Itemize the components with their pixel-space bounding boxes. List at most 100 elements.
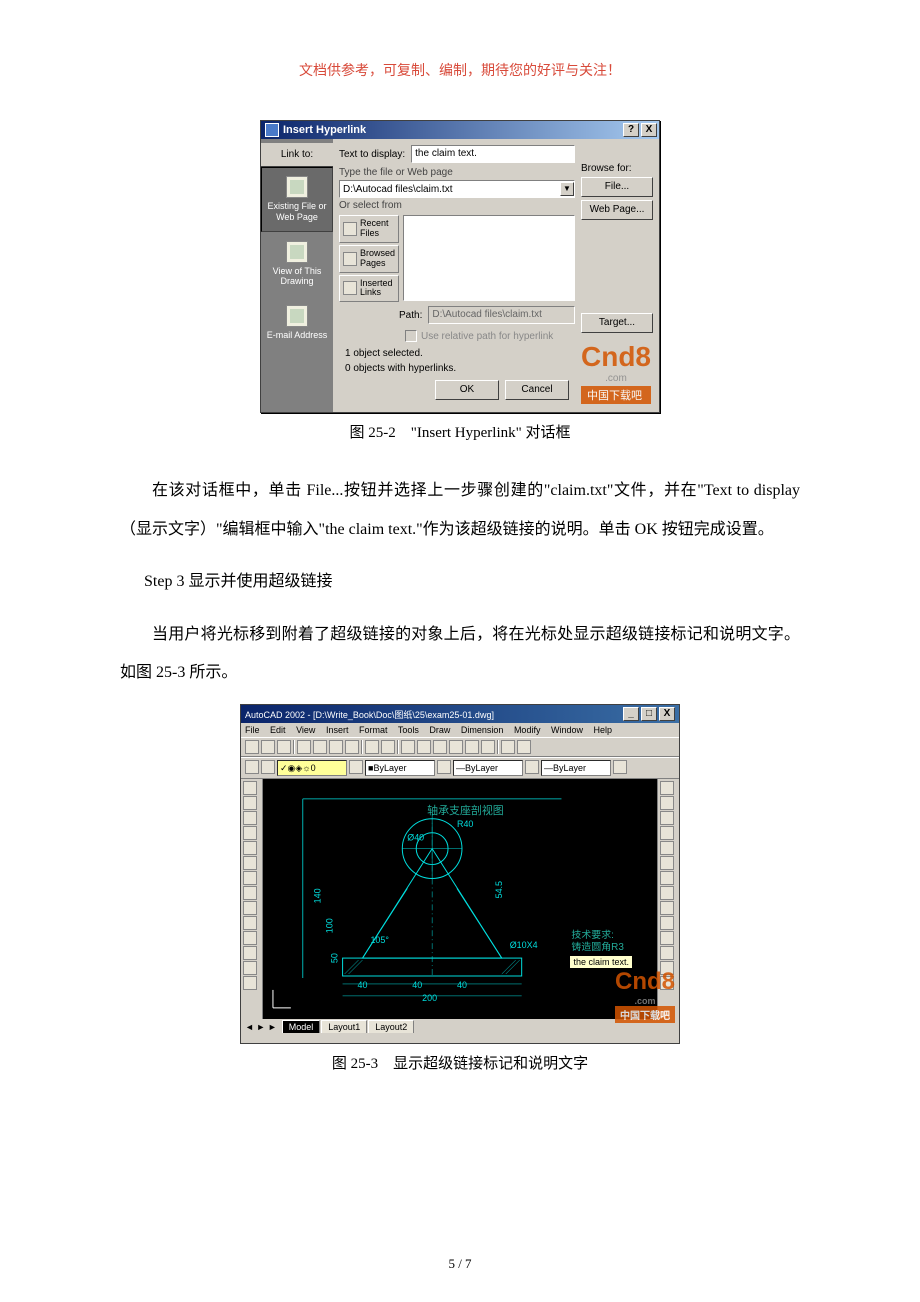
toolbar-icon[interactable] <box>313 740 327 754</box>
toolbar-icon[interactable] <box>465 740 479 754</box>
tool-icon[interactable] <box>243 946 257 960</box>
minimize-button[interactable]: _ <box>623 707 639 721</box>
menu-dimension[interactable]: Dimension <box>461 725 504 735</box>
recent-files-tab[interactable]: Recent Files <box>339 215 399 243</box>
toolbar-icon[interactable] <box>525 760 539 774</box>
menu-tools[interactable]: Tools <box>398 725 419 735</box>
menu-insert[interactable]: Insert <box>326 725 349 735</box>
ok-button[interactable]: OK <box>435 380 499 400</box>
toolbar-icon[interactable] <box>433 740 447 754</box>
tool-icon[interactable] <box>660 916 674 930</box>
tool-icon[interactable] <box>243 826 257 840</box>
toolbar-icon[interactable] <box>297 740 311 754</box>
help-button[interactable]: ? <box>623 123 639 137</box>
menu-help[interactable]: Help <box>594 725 613 735</box>
toolbar-icon[interactable] <box>613 760 627 774</box>
tool-icon[interactable] <box>660 871 674 885</box>
tool-icon[interactable] <box>243 961 257 975</box>
toolbar-icon[interactable] <box>381 740 395 754</box>
link-to-label: Link to: <box>261 143 333 167</box>
relative-path-label: Use relative path for hyperlink <box>421 331 553 342</box>
tool-icon[interactable] <box>660 796 674 810</box>
tool-icon[interactable] <box>660 811 674 825</box>
text-display-input[interactable]: the claim text. <box>411 145 575 163</box>
insert-hyperlink-dialog: Insert Hyperlink ? X Link to: Existing F… <box>260 120 660 413</box>
menu-window[interactable]: Window <box>551 725 583 735</box>
toolbar-icon[interactable] <box>517 740 531 754</box>
tool-icon[interactable] <box>243 871 257 885</box>
color-combo[interactable]: ■ ByLayer <box>365 760 435 776</box>
text-display-label: Text to display: <box>339 149 405 160</box>
tab-layout2[interactable]: Layout2 <box>368 1020 414 1033</box>
tool-icon[interactable] <box>243 886 257 900</box>
menu-format[interactable]: Format <box>359 725 388 735</box>
tool-icon[interactable] <box>243 841 257 855</box>
close-button[interactable]: X <box>641 123 657 137</box>
layer-combo[interactable]: ✓◉◈☼0 <box>277 760 347 776</box>
file-path-dropdown[interactable]: D:\Autocad files\claim.txt ▼ <box>339 180 575 198</box>
cancel-button[interactable]: Cancel <box>505 380 569 400</box>
toolbar-icon[interactable] <box>501 740 515 754</box>
browsed-pages-tab[interactable]: Browsed Pages <box>339 245 399 273</box>
tool-icon[interactable] <box>243 856 257 870</box>
tool-icon[interactable] <box>660 931 674 945</box>
cad-menubar[interactable]: File Edit View Insert Format Tools Draw … <box>241 723 679 737</box>
tab-model[interactable]: Model <box>282 1020 321 1033</box>
tool-icon[interactable] <box>660 781 674 795</box>
tool-icon[interactable] <box>243 931 257 945</box>
tool-icon[interactable] <box>660 826 674 840</box>
toolbar-icon[interactable] <box>437 760 451 774</box>
tool-icon[interactable] <box>660 886 674 900</box>
menu-edit[interactable]: Edit <box>270 725 286 735</box>
tool-icon[interactable] <box>660 856 674 870</box>
cad-close-button[interactable]: X <box>659 707 675 721</box>
relative-path-checkbox[interactable] <box>405 330 417 342</box>
chevron-down-icon[interactable]: ▼ <box>560 182 574 196</box>
drawing-canvas[interactable]: 轴承支座剖视图 <box>263 779 657 1019</box>
toolbar-icon[interactable] <box>481 740 495 754</box>
web-page-button[interactable]: Web Page... <box>581 200 653 220</box>
nav-email[interactable]: E-mail Address <box>261 296 333 350</box>
toolbar-icon[interactable] <box>261 740 275 754</box>
mail-icon <box>286 305 308 327</box>
tool-icon[interactable] <box>243 796 257 810</box>
linetype-combo[interactable]: — ByLayer <box>453 760 523 776</box>
target-button[interactable]: Target... <box>581 313 653 333</box>
nav-existing-file[interactable]: Existing File or Web Page <box>261 167 333 232</box>
nav-view-drawing[interactable]: View of This Drawing <box>261 232 333 297</box>
file-button[interactable]: File... <box>581 177 653 197</box>
toolbar-icon[interactable] <box>365 740 379 754</box>
toolbar-icon[interactable] <box>449 740 463 754</box>
toolbar-icon[interactable] <box>345 740 359 754</box>
tool-icon[interactable] <box>660 901 674 915</box>
menu-draw[interactable]: Draw <box>429 725 450 735</box>
menu-view[interactable]: View <box>296 725 315 735</box>
toolbar-icon[interactable] <box>417 740 431 754</box>
toolbar-icon[interactable] <box>277 740 291 754</box>
menu-file[interactable]: File <box>245 725 260 735</box>
tool-icon[interactable] <box>243 901 257 915</box>
lineweight-combo[interactable]: — ByLayer <box>541 760 611 776</box>
tool-icon[interactable] <box>243 976 257 990</box>
toolbar-icon[interactable] <box>329 740 343 754</box>
svg-text:200: 200 <box>422 993 437 1003</box>
toolbar-icon[interactable] <box>349 760 363 774</box>
browsed-icon <box>343 252 357 266</box>
tool-icon[interactable] <box>660 841 674 855</box>
toolbar-icon[interactable] <box>245 740 259 754</box>
tab-layout1[interactable]: Layout1 <box>321 1020 367 1033</box>
toolbar-icon[interactable] <box>261 760 275 774</box>
svg-text:Ø10X4: Ø10X4 <box>510 940 538 950</box>
svg-text:R40: R40 <box>457 819 473 829</box>
menu-modify[interactable]: Modify <box>514 725 541 735</box>
tool-icon[interactable] <box>660 946 674 960</box>
maximize-button[interactable]: □ <box>641 707 657 721</box>
toolbar-icon[interactable] <box>401 740 415 754</box>
browse-for-label: Browse for: <box>581 163 653 174</box>
toolbar-icon[interactable] <box>245 760 259 774</box>
inserted-links-tab[interactable]: Inserted Links <box>339 275 399 303</box>
source-list[interactable] <box>403 215 575 301</box>
tool-icon[interactable] <box>243 916 257 930</box>
tool-icon[interactable] <box>243 811 257 825</box>
tool-icon[interactable] <box>243 781 257 795</box>
